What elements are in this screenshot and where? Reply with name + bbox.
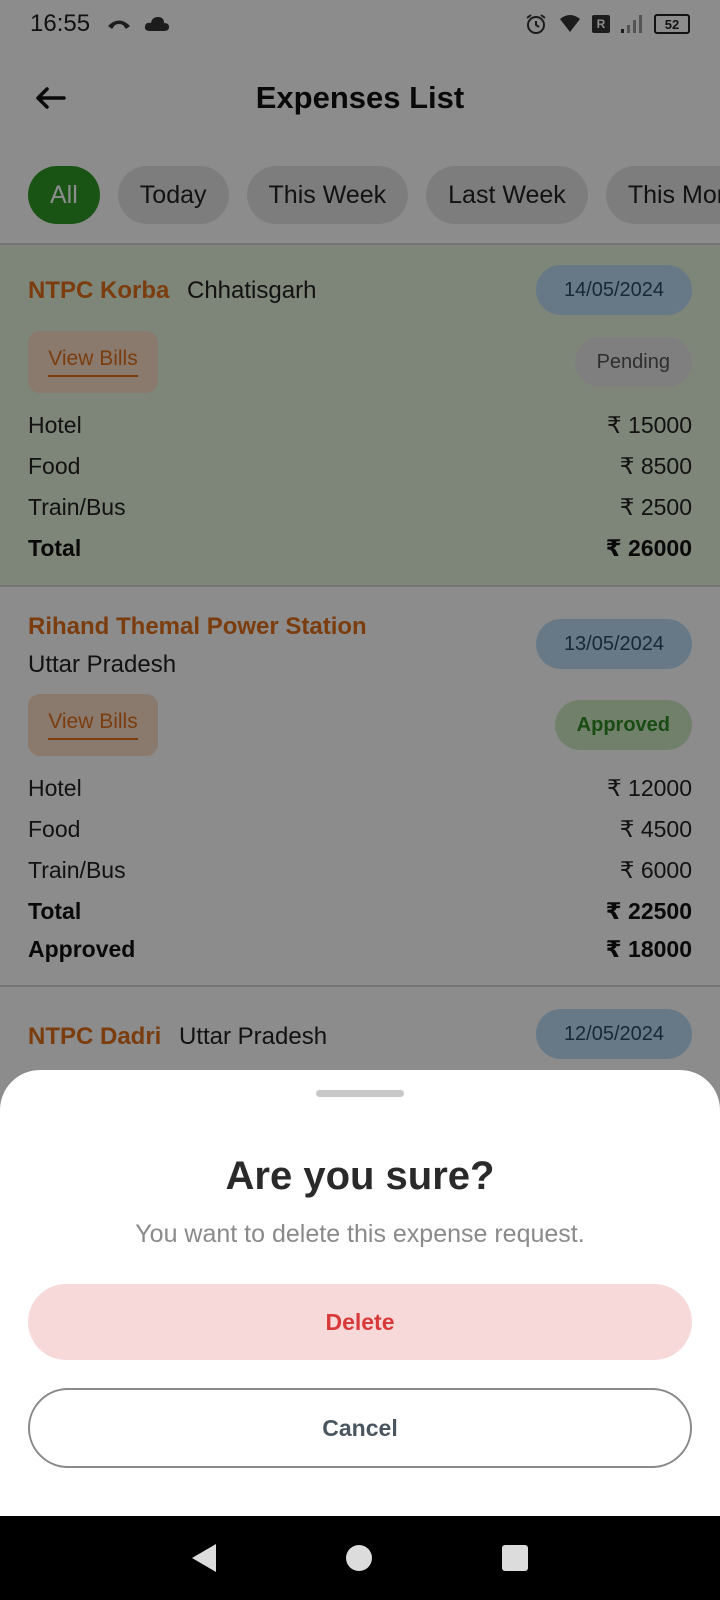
dialog-message: You want to delete this expense request. (135, 1220, 585, 1248)
cancel-button[interactable]: Cancel (28, 1388, 692, 1468)
delete-confirmation-sheet: Are you sure? You want to delete this ex… (0, 1070, 720, 1516)
sheet-drag-handle[interactable] (316, 1090, 404, 1097)
delete-button[interactable]: Delete (28, 1284, 692, 1360)
dialog-title: Are you sure? (225, 1154, 495, 1198)
system-nav-bar (0, 1516, 720, 1600)
nav-home-icon[interactable] (346, 1545, 372, 1571)
nav-back-icon[interactable] (192, 1544, 216, 1572)
nav-recents-icon[interactable] (502, 1545, 528, 1571)
expenses-screen: 16:55 R 52 Expenses List All Today This … (0, 0, 720, 1600)
